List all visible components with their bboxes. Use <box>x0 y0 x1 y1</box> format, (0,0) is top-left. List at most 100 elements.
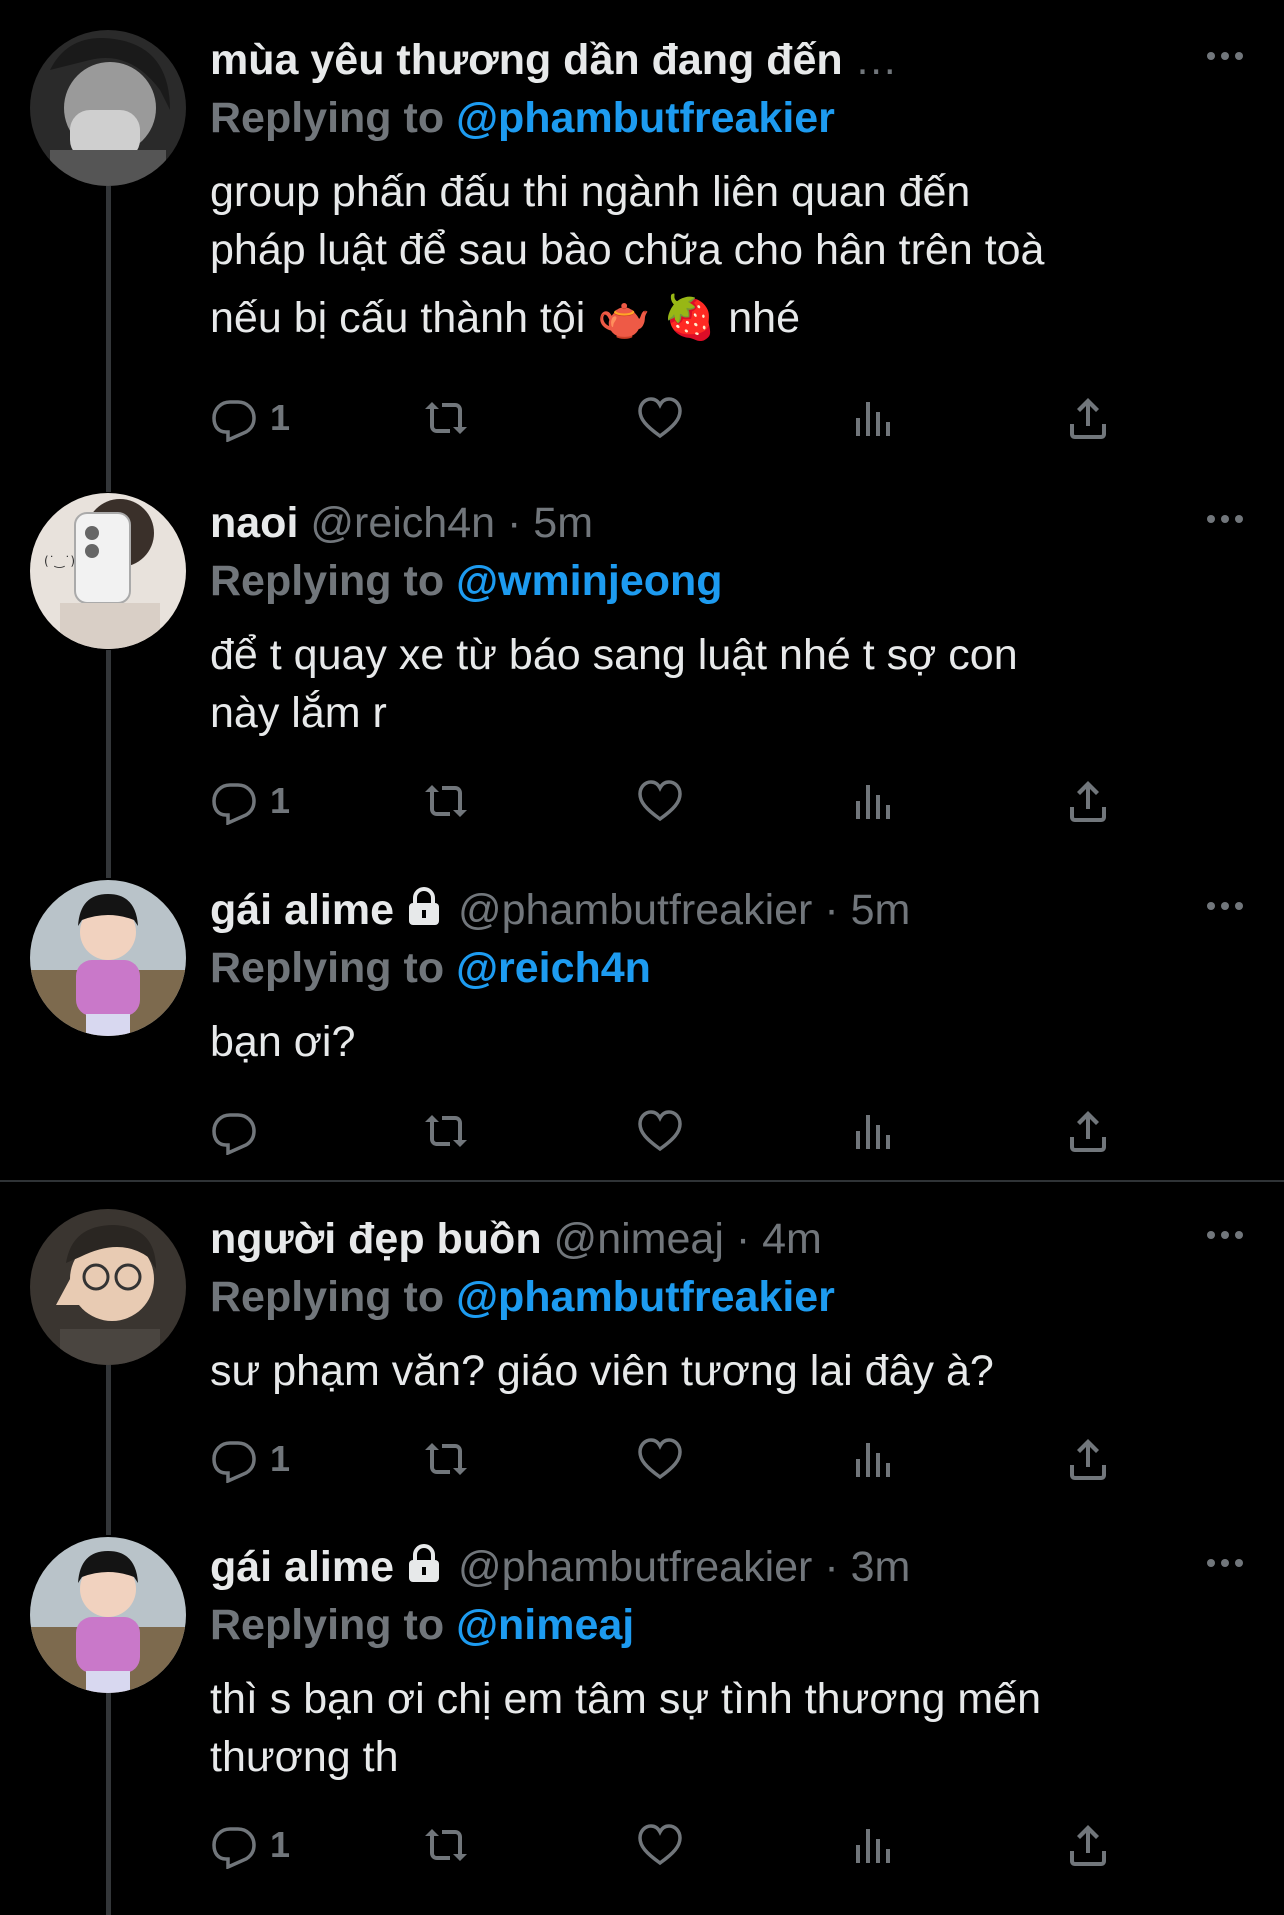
retweet-button[interactable] <box>422 1815 470 1875</box>
reply-button[interactable]: 1 <box>210 1815 290 1875</box>
reply-button[interactable]: 1 <box>210 771 290 831</box>
more-icon[interactable] <box>1201 32 1249 80</box>
tweet[interactable]: (˙‿˙) naoi @reich4n · 5m Replying to @wm… <box>0 493 1284 833</box>
display-name[interactable]: mùa yêu thương dần đang đến <box>210 36 843 84</box>
reply-to-handle[interactable]: @reich4n <box>456 944 651 992</box>
separator-dot: · <box>824 886 839 934</box>
replying-to: Replying to @nimeaj <box>210 1595 634 1655</box>
retweet-icon <box>425 785 467 817</box>
replying-to: Replying to @phambutfreakier <box>210 1267 835 1327</box>
reply-count: 1 <box>270 397 291 438</box>
heart-icon <box>638 1824 682 1866</box>
reply-to-handle[interactable]: @phambutfreakier <box>456 1273 835 1321</box>
like-button[interactable] <box>636 1429 684 1489</box>
lock-icon <box>409 1544 440 1582</box>
reply-icon <box>212 1827 256 1869</box>
views-icon <box>856 402 890 436</box>
replying-to: Replying to @reich4n <box>210 938 651 998</box>
reply-to-handle[interactable]: @wminjeong <box>456 557 722 605</box>
reply-button[interactable] <box>210 1101 270 1161</box>
like-button[interactable] <box>636 771 684 831</box>
retweet-button[interactable] <box>422 1429 470 1489</box>
more-icon[interactable] <box>1201 1539 1249 1587</box>
reply-to-handle[interactable]: @phambutfreakier <box>456 94 835 142</box>
avatar[interactable] <box>30 880 186 1036</box>
user-handle[interactable]: @reich4n <box>310 499 495 547</box>
views-icon <box>856 785 890 819</box>
like-button[interactable] <box>636 1101 684 1161</box>
like-button[interactable] <box>636 388 684 448</box>
replying-to-label: Replying to <box>210 1273 445 1321</box>
views-button[interactable] <box>850 1815 898 1875</box>
tweet-text: thì s bạn ơi chị em tâm sự tình thương m… <box>210 1670 1220 1786</box>
tweet[interactable]: mùa yêu thương dần đang đến … Replying t… <box>0 30 1284 460</box>
reply-button[interactable]: 1 <box>210 388 290 448</box>
share-button[interactable] <box>1064 1101 1112 1161</box>
views-button[interactable] <box>850 388 898 448</box>
share-button[interactable] <box>1064 1429 1112 1489</box>
views-icon <box>856 1115 890 1149</box>
share-button[interactable] <box>1064 388 1112 448</box>
share-icon <box>1070 1111 1106 1152</box>
like-button[interactable] <box>636 1815 684 1875</box>
reply-button[interactable]: 1 <box>210 1429 290 1489</box>
retweet-icon <box>425 1115 467 1147</box>
reply-icon <box>212 783 256 825</box>
retweet-icon <box>425 1829 467 1861</box>
user-handle[interactable]: @phambutfreakier <box>458 886 812 934</box>
retweet-button[interactable] <box>422 388 470 448</box>
tweet[interactable]: gái alime @phambutfreakier · 5m Replying… <box>0 880 1284 1170</box>
tweet-text-line: sư phạm văn? giáo viên tương lai đây à? <box>210 1347 994 1395</box>
action-bar: 1 <box>210 1429 1210 1489</box>
display-name[interactable]: gái alime <box>210 886 394 934</box>
reply-count: 1 <box>270 780 291 821</box>
timestamp[interactable]: 3m <box>851 1543 911 1591</box>
views-button[interactable] <box>850 1101 898 1161</box>
share-icon <box>1070 398 1106 439</box>
replying-to-label: Replying to <box>210 944 445 992</box>
display-name[interactable]: gái alime <box>210 1543 394 1591</box>
share-icon <box>1070 1825 1106 1866</box>
heart-icon <box>638 1438 682 1480</box>
timestamp[interactable]: 5m <box>533 499 593 547</box>
action-bar: 1 <box>210 388 1210 448</box>
user-handle[interactable]: @nimeaj <box>554 1215 724 1263</box>
reply-to-handle[interactable]: @nimeaj <box>456 1601 634 1649</box>
action-bar: 1 <box>210 771 1210 831</box>
tweet-text-line: group phấn đấu thi ngành liên quan đến <box>210 168 971 216</box>
replying-to: Replying to @wminjeong <box>210 551 723 611</box>
retweet-button[interactable] <box>422 771 470 831</box>
svg-text:(˙‿˙): (˙‿˙) <box>44 554 75 568</box>
replying-to-label: Replying to <box>210 557 445 605</box>
retweet-button[interactable] <box>422 1101 470 1161</box>
views-icon <box>856 1829 890 1863</box>
avatar[interactable] <box>30 1209 186 1365</box>
replying-to-label: Replying to <box>210 94 445 142</box>
tweet[interactable]: gái alime @phambutfreakier · 3m Replying… <box>0 1537 1284 1897</box>
display-name[interactable]: naoi <box>210 499 298 547</box>
divider <box>0 1180 1284 1182</box>
display-name[interactable]: người đẹp buồn <box>210 1215 542 1263</box>
name-truncation: … <box>854 36 898 84</box>
user-handle[interactable]: @phambutfreakier <box>458 1543 812 1591</box>
more-icon[interactable] <box>1201 1211 1249 1259</box>
tweet[interactable]: người đẹp buồn @nimeaj · 4m Replying to … <box>0 1209 1284 1509</box>
views-button[interactable] <box>850 771 898 831</box>
share-button[interactable] <box>1064 771 1112 831</box>
tweet-text-line: pháp luật để sau bào chữa cho hân trên t… <box>210 226 1045 274</box>
avatar[interactable]: (˙‿˙) <box>30 493 186 649</box>
timestamp[interactable]: 5m <box>851 886 911 934</box>
more-icon[interactable] <box>1201 495 1249 543</box>
more-icon[interactable] <box>1201 882 1249 930</box>
views-button[interactable] <box>850 1429 898 1489</box>
timestamp[interactable]: 4m <box>762 1215 822 1263</box>
reply-count: 1 <box>270 1824 291 1865</box>
replying-to-label: Replying to <box>210 1601 445 1649</box>
views-icon <box>856 1443 890 1477</box>
avatar[interactable] <box>30 1537 186 1693</box>
share-button[interactable] <box>1064 1815 1112 1875</box>
reply-icon <box>212 400 256 442</box>
avatar[interactable] <box>30 30 186 186</box>
reply-count: 1 <box>270 1438 291 1479</box>
tweet-text-line: để t quay xe từ báo sang luật nhé t sợ c… <box>210 631 1018 679</box>
